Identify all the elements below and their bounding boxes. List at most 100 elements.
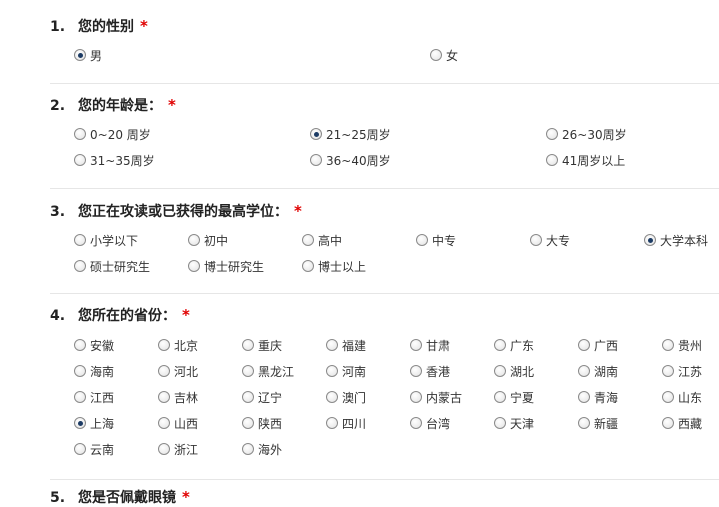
radio-option[interactable]: 福建 xyxy=(326,337,366,353)
radio-button[interactable] xyxy=(158,417,170,429)
radio-option[interactable]: 宁夏 xyxy=(494,389,534,405)
radio-option[interactable]: 甘肃 xyxy=(410,337,450,353)
radio-button[interactable] xyxy=(326,391,338,403)
radio-button-selected[interactable] xyxy=(644,234,656,246)
radio-option[interactable]: 云南 xyxy=(74,441,114,457)
radio-button[interactable] xyxy=(302,234,314,246)
radio-option[interactable]: 中专 xyxy=(416,232,456,248)
radio-option[interactable]: 山西 xyxy=(158,415,198,431)
radio-button[interactable] xyxy=(326,417,338,429)
radio-option[interactable]: 大学本科 xyxy=(644,232,708,248)
radio-button[interactable] xyxy=(158,443,170,455)
radio-button[interactable] xyxy=(158,391,170,403)
radio-button[interactable] xyxy=(410,339,422,351)
radio-button[interactable] xyxy=(310,154,322,166)
radio-option[interactable]: 青海 xyxy=(578,389,618,405)
radio-button[interactable] xyxy=(242,391,254,403)
radio-button-selected[interactable] xyxy=(310,128,322,140)
radio-option[interactable]: 博士研究生 xyxy=(188,258,264,274)
radio-option[interactable]: 新疆 xyxy=(578,415,618,431)
radio-option[interactable]: 26~30周岁 xyxy=(546,126,627,142)
radio-button[interactable] xyxy=(546,128,558,140)
radio-option[interactable]: 江苏 xyxy=(662,363,702,379)
radio-button[interactable] xyxy=(662,391,674,403)
radio-option[interactable]: 北京 xyxy=(158,337,198,353)
radio-button[interactable] xyxy=(578,391,590,403)
radio-button[interactable] xyxy=(188,260,200,272)
radio-button-selected[interactable] xyxy=(74,417,86,429)
radio-option[interactable]: 大专 xyxy=(530,232,570,248)
radio-option[interactable]: 浙江 xyxy=(158,441,198,457)
radio-option[interactable]: 广东 xyxy=(494,337,534,353)
radio-button[interactable] xyxy=(326,365,338,377)
radio-option[interactable]: 广西 xyxy=(578,337,618,353)
radio-button[interactable] xyxy=(494,417,506,429)
radio-button[interactable] xyxy=(74,391,86,403)
radio-button[interactable] xyxy=(242,417,254,429)
radio-button[interactable] xyxy=(578,339,590,351)
radio-option[interactable]: 吉林 xyxy=(158,389,198,405)
radio-button[interactable] xyxy=(662,417,674,429)
radio-button[interactable] xyxy=(326,339,338,351)
radio-option[interactable]: 湖北 xyxy=(494,363,534,379)
radio-button[interactable] xyxy=(188,234,200,246)
radio-option[interactable]: 上海 xyxy=(74,415,114,431)
radio-option[interactable]: 四川 xyxy=(326,415,366,431)
radio-button[interactable] xyxy=(578,365,590,377)
radio-option[interactable]: 湖南 xyxy=(578,363,618,379)
radio-button[interactable] xyxy=(662,365,674,377)
radio-button-selected[interactable] xyxy=(74,49,86,61)
radio-option[interactable]: 女 xyxy=(430,47,458,63)
radio-option[interactable]: 重庆 xyxy=(242,337,282,353)
radio-button[interactable] xyxy=(74,443,86,455)
radio-option[interactable]: 小学以下 xyxy=(74,232,138,248)
radio-option[interactable]: 安徽 xyxy=(74,337,114,353)
radio-button[interactable] xyxy=(74,234,86,246)
radio-button[interactable] xyxy=(416,234,428,246)
radio-button[interactable] xyxy=(494,391,506,403)
radio-option[interactable]: 江西 xyxy=(74,389,114,405)
radio-option[interactable]: 澳门 xyxy=(326,389,366,405)
radio-button[interactable] xyxy=(302,260,314,272)
radio-option[interactable]: 21~25周岁 xyxy=(310,126,391,142)
radio-button[interactable] xyxy=(410,365,422,377)
radio-option[interactable]: 西藏 xyxy=(662,415,702,431)
radio-option[interactable]: 海外 xyxy=(242,441,282,457)
radio-button[interactable] xyxy=(74,128,86,140)
radio-option[interactable]: 陕西 xyxy=(242,415,282,431)
radio-option[interactable]: 山东 xyxy=(662,389,702,405)
radio-button[interactable] xyxy=(242,339,254,351)
radio-button[interactable] xyxy=(158,365,170,377)
radio-option[interactable]: 36~40周岁 xyxy=(310,152,391,168)
radio-option[interactable]: 河北 xyxy=(158,363,198,379)
radio-option[interactable]: 天津 xyxy=(494,415,534,431)
radio-button[interactable] xyxy=(530,234,542,246)
radio-option[interactable]: 41周岁以上 xyxy=(546,152,625,168)
radio-option[interactable]: 贵州 xyxy=(662,337,702,353)
radio-button[interactable] xyxy=(242,443,254,455)
radio-button[interactable] xyxy=(578,417,590,429)
radio-button[interactable] xyxy=(410,391,422,403)
radio-button[interactable] xyxy=(242,365,254,377)
radio-option[interactable]: 台湾 xyxy=(410,415,450,431)
radio-option[interactable]: 海南 xyxy=(74,363,114,379)
radio-option[interactable]: 男 xyxy=(74,47,102,63)
radio-option[interactable]: 黑龙江 xyxy=(242,363,294,379)
radio-option[interactable]: 高中 xyxy=(302,232,342,248)
radio-option[interactable]: 0~20 周岁 xyxy=(74,126,151,142)
radio-option[interactable]: 31~35周岁 xyxy=(74,152,155,168)
radio-option[interactable]: 硕士研究生 xyxy=(74,258,150,274)
radio-button[interactable] xyxy=(74,260,86,272)
radio-button[interactable] xyxy=(662,339,674,351)
radio-button[interactable] xyxy=(74,154,86,166)
radio-option[interactable]: 初中 xyxy=(188,232,228,248)
radio-button[interactable] xyxy=(494,339,506,351)
radio-button[interactable] xyxy=(158,339,170,351)
radio-option[interactable]: 内蒙古 xyxy=(410,389,462,405)
radio-button[interactable] xyxy=(74,365,86,377)
radio-option[interactable]: 辽宁 xyxy=(242,389,282,405)
radio-button[interactable] xyxy=(546,154,558,166)
radio-button[interactable] xyxy=(410,417,422,429)
radio-option[interactable]: 博士以上 xyxy=(302,258,366,274)
radio-button[interactable] xyxy=(74,339,86,351)
